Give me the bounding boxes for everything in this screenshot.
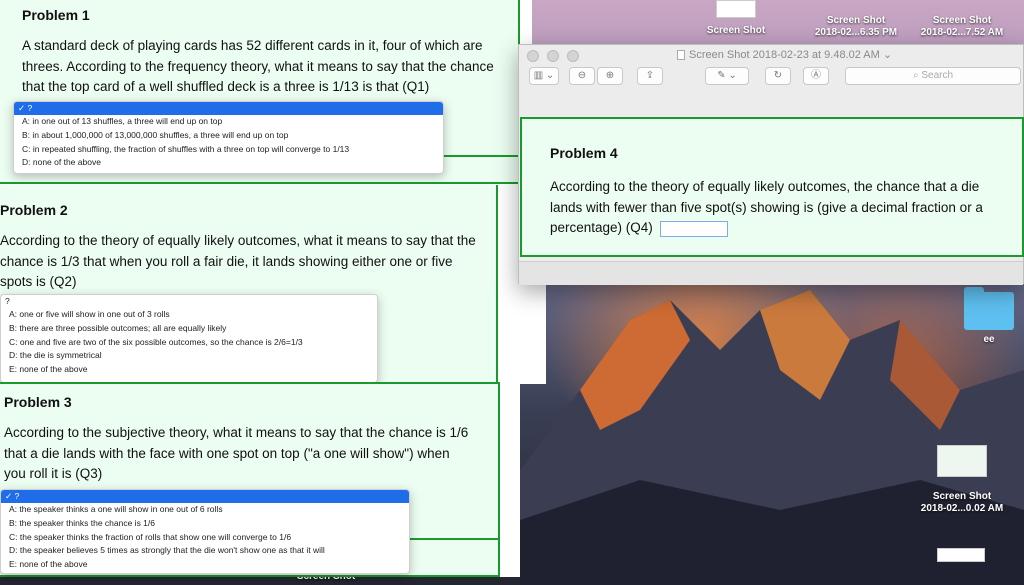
q3-option-e[interactable]: E: none of the above (1, 558, 409, 572)
mountain-wallpaper-graphic (520, 290, 1024, 585)
zoom-out-button[interactable]: ⊖ (569, 67, 595, 85)
zoom-button[interactable] (567, 50, 579, 62)
folder-icon (964, 287, 1014, 330)
q1-option-b[interactable]: B: in about 1,000,000 of 13,000,000 shuf… (14, 129, 443, 143)
desktop-icon-label: Screen Shot (706, 25, 766, 36)
desktop-file-icon[interactable] (936, 548, 986, 564)
problem1-text: A standard deck of playing cards has 52 … (22, 38, 494, 94)
share-button[interactable]: ⇪ (637, 67, 663, 85)
desktop-icon-label: ee (983, 334, 995, 345)
title-bar[interactable]: Screen Shot 2018-02-23 at 9.48.02 AM ⌄ (519, 45, 1023, 69)
desktop-file-icon[interactable]: Screen Shot 2018-02...0.02 AM (908, 445, 1016, 515)
problem1-title: Problem 1 (22, 7, 90, 23)
q2-option-a[interactable]: A: one or five will show in one out of 3… (1, 308, 377, 322)
q3-option-d[interactable]: D: the speaker believes 5 times as stron… (1, 544, 409, 558)
preview-bottom-bar (519, 261, 1023, 285)
preview-window: Screen Shot 2018-02-23 at 9.48.02 AM ⌄ ▥… (518, 44, 1024, 285)
desktop-icon-label: Screen Shot (932, 15, 992, 26)
q1-option-a[interactable]: A: in one out of 13 shuffles, a three wi… (14, 115, 443, 129)
desktop-icon-sublabel: 2018-02...0.02 AM (920, 503, 1004, 514)
desktop-icon-label: Screen Shot (826, 15, 886, 26)
problem2-text: According to the theory of equally likel… (0, 233, 476, 289)
problem3-title: Problem 3 (4, 394, 72, 410)
desktop-icon-sublabel: 2018-02...7.52 AM (920, 27, 1004, 38)
rotate-button[interactable]: ↻ (765, 67, 791, 85)
desktop-file-icon[interactable]: Screen Shot 2018-02...6.35 PM (802, 15, 910, 39)
q3-dropdown[interactable]: ✓ ? A: the speaker thinks a one will sho… (0, 489, 410, 574)
problem4-sheet: Problem 4 According to the theory of equ… (520, 117, 1024, 257)
problem3-divider (410, 538, 500, 540)
problem3-text: According to the subjective theory, what… (4, 425, 469, 481)
chevron-down-icon[interactable]: ⌄ (880, 49, 892, 61)
q2-option-e[interactable]: E: none of the above (1, 363, 377, 377)
q3-option-c[interactable]: C: the speaker thinks the fraction of ro… (1, 531, 409, 545)
desktop-folder-icon[interactable]: ee (962, 287, 1016, 346)
problem4-text: According to the theory of equally likel… (550, 179, 983, 235)
minimize-button[interactable] (547, 50, 559, 62)
q2-option-b[interactable]: B: there are three possible outcomes; al… (1, 322, 377, 336)
q3-selected-option[interactable]: ✓ ? (1, 490, 409, 503)
desktop-file-icon[interactable]: Screen Shot 2018-02...7.52 AM (908, 15, 1016, 39)
search-placeholder: Search (921, 70, 954, 81)
desktop-icon-sublabel: 2018-02...6.35 PM (814, 27, 898, 38)
q1-option-d[interactable]: D: none of the above (14, 156, 443, 170)
file-thumbnail-icon (716, 0, 756, 18)
markup-toolbar-button[interactable]: Ⓐ (803, 67, 829, 85)
markup-pen-button[interactable]: ✎ ⌄ (705, 67, 749, 85)
q1-option-c[interactable]: C: in repeated shuffling, the fraction o… (14, 143, 443, 157)
q4-answer-input[interactable] (660, 221, 728, 237)
file-thumbnail-icon (937, 548, 985, 562)
q2-option-d[interactable]: D: the die is symmetrical (1, 349, 377, 363)
problem2-title: Problem 2 (0, 202, 68, 218)
sidebar-toggle-button[interactable]: ▥ ⌄ (529, 67, 559, 85)
window-title-text: Screen Shot 2018-02-23 at 9.48.02 AM (689, 49, 880, 61)
zoom-in-button[interactable]: ⊕ (597, 67, 623, 85)
q3-option-a[interactable]: A: the speaker thinks a one will show in… (1, 503, 409, 517)
desktop-file-icon[interactable]: Screen Shot (700, 0, 772, 37)
q2-selected-option[interactable]: ? (1, 295, 377, 308)
q3-option-b[interactable]: B: the speaker thinks the chance is 1/6 (1, 517, 409, 531)
desktop-icon-label: Screen Shot (932, 491, 992, 502)
problem1-divider (444, 155, 520, 157)
close-button[interactable] (527, 50, 539, 62)
file-thumbnail-icon (937, 445, 987, 477)
q1-dropdown[interactable]: ✓ ? A: in one out of 13 shuffles, a thre… (13, 101, 444, 174)
q1-selected-option[interactable]: ✓ ? (14, 102, 443, 115)
document-icon (677, 50, 685, 61)
search-input[interactable]: ⌕ Search (845, 67, 1021, 85)
window-title: Screen Shot 2018-02-23 at 9.48.02 AM ⌄ (677, 48, 892, 61)
problem4-title: Problem 4 (550, 145, 618, 161)
q2-dropdown[interactable]: ? A: one or five will show in one out of… (0, 294, 378, 383)
q2-option-c[interactable]: C: one and five are two of the six possi… (1, 336, 377, 350)
